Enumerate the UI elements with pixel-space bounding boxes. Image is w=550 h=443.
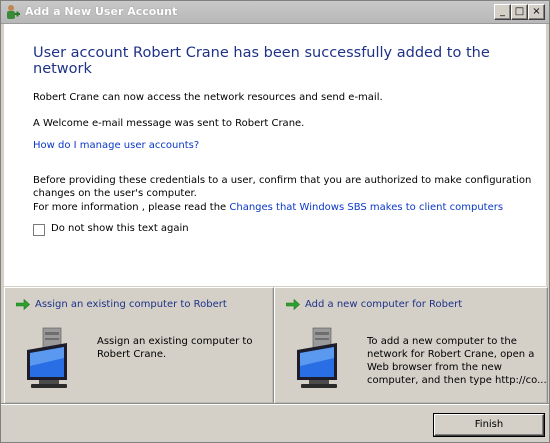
page-title: User account Robert Crane has been succe…: [33, 45, 490, 77]
more-info-prefix: For more information , please read the: [33, 202, 230, 213]
content-area: User account Robert Crane has been succe…: [4, 24, 546, 286]
task-desc-line: Robert Crane.: [97, 349, 167, 360]
task-title[interactable]: Assign an existing computer to Robert: [35, 299, 227, 310]
notice-line-1: Before providing these credentials to a …: [33, 175, 532, 186]
computer-monitor-icon: [27, 327, 67, 388]
maximize-button[interactable]: □: [511, 4, 528, 20]
dialog-window: Add a New User Account _ □ × User accoun…: [0, 0, 550, 443]
task-desc: To add a new computer to the network for…: [367, 335, 547, 387]
access-message: Robert Crane can now access the network …: [33, 92, 383, 103]
task-desc-line: network for Robert Crane, open a: [367, 349, 535, 360]
notice-line-2: changes on the user's computer.: [33, 188, 197, 199]
welcome-message: A Welcome e-mail message was sent to Rob…: [33, 118, 305, 129]
task-desc-line: Assign an existing computer to: [97, 336, 253, 347]
sbs-changes-link[interactable]: Changes that Windows SBS makes to client…: [229, 202, 503, 213]
task-add-new-computer[interactable]: Add a new computer for Robert To add a n…: [274, 287, 548, 404]
window-title: Add a New User Account: [25, 5, 178, 18]
task-desc: Assign an existing computer to Robert Cr…: [97, 335, 252, 361]
computer-monitor-icon: [297, 327, 337, 388]
close-button[interactable]: ×: [528, 4, 545, 20]
minimize-button[interactable]: _: [494, 4, 511, 20]
task-desc-line: computer, and then type http://co...: [367, 375, 547, 386]
green-arrow-icon: [16, 299, 30, 310]
user-add-icon: [7, 5, 20, 19]
task-desc-line: To add a new computer to the: [367, 336, 517, 347]
do-not-show-label[interactable]: Do not show this text again: [51, 223, 189, 234]
footer-divider: [1, 403, 549, 405]
title-bar: Add a New User Account _ □ ×: [1, 1, 549, 24]
task-assign-existing-computer[interactable]: Assign an existing computer to Robert As…: [4, 287, 274, 404]
do-not-show-checkbox[interactable]: [33, 224, 45, 236]
task-desc-line: Web browser from the new: [367, 362, 502, 373]
green-arrow-icon: [286, 299, 300, 310]
finish-button[interactable]: Finish: [434, 414, 544, 436]
task-title[interactable]: Add a new computer for Robert: [305, 299, 462, 310]
more-info-text: For more information , please read the C…: [33, 201, 503, 214]
manage-accounts-link[interactable]: How do I manage user accounts?: [33, 139, 199, 152]
